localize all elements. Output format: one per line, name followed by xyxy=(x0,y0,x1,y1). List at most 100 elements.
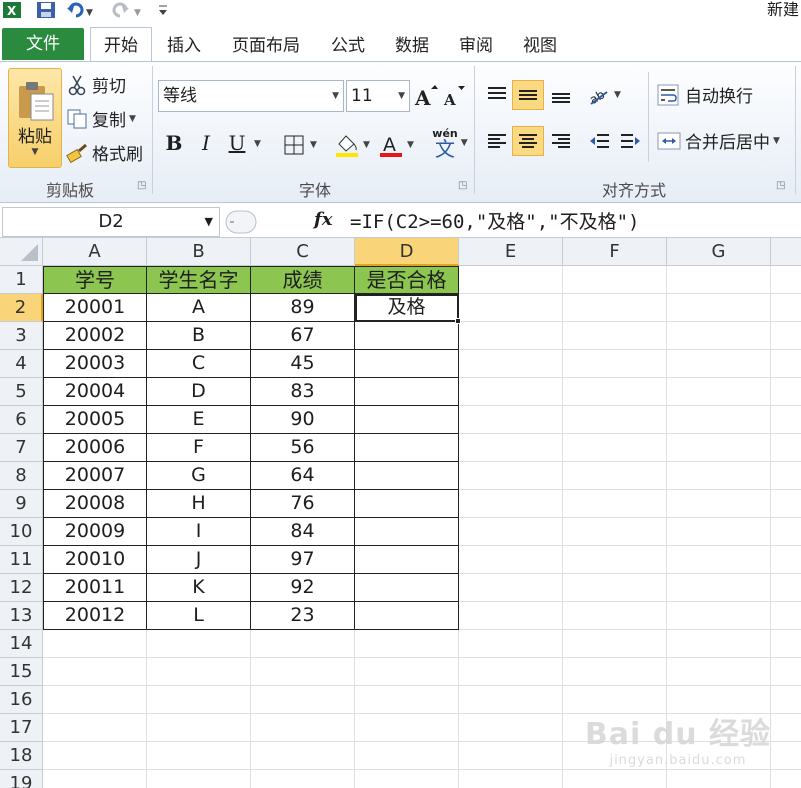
cell-b4[interactable]: C xyxy=(147,350,251,378)
cell-e16[interactable] xyxy=(459,686,563,714)
tab-view[interactable]: 视图 xyxy=(514,30,566,62)
cell-h4[interactable] xyxy=(771,350,801,378)
cell-h5[interactable] xyxy=(771,378,801,406)
row-header-8[interactable]: 8 xyxy=(0,462,43,490)
cell-f13[interactable] xyxy=(563,602,667,630)
cell-h6[interactable] xyxy=(771,406,801,434)
cell-h11[interactable] xyxy=(771,546,801,574)
cell-a15[interactable] xyxy=(43,658,147,686)
cell-g9[interactable] xyxy=(667,490,771,518)
cell-c11[interactable]: 97 xyxy=(251,546,355,574)
cell-d1[interactable]: 是否合格 xyxy=(355,266,459,294)
cell-g19[interactable] xyxy=(667,770,771,788)
cell-e15[interactable] xyxy=(459,658,563,686)
cell-a9[interactable]: 20008 xyxy=(43,490,147,518)
cell-g2[interactable] xyxy=(667,294,771,322)
increase-indent-button[interactable] xyxy=(616,126,644,156)
cell-a17[interactable] xyxy=(43,714,147,742)
bottom-align-button[interactable] xyxy=(546,80,576,110)
merge-center-button[interactable]: 合并后居中 ▼ xyxy=(656,128,780,153)
cell-e4[interactable] xyxy=(459,350,563,378)
cell-e2[interactable] xyxy=(459,294,563,322)
cell-b16[interactable] xyxy=(147,686,251,714)
copy-button[interactable]: 复制 ▼ xyxy=(66,106,136,131)
cell-g11[interactable] xyxy=(667,546,771,574)
cell-e1[interactable] xyxy=(459,266,563,294)
cell-h10[interactable] xyxy=(771,518,801,546)
cell-g1[interactable] xyxy=(667,266,771,294)
font-color-button[interactable]: A ▼ xyxy=(376,130,416,160)
row-header-1[interactable]: 1 xyxy=(0,266,43,294)
cell-d8[interactable] xyxy=(355,462,459,490)
cell-c9[interactable]: 76 xyxy=(251,490,355,518)
cell-f9[interactable] xyxy=(563,490,667,518)
insert-function-icon[interactable]: fx xyxy=(314,209,332,230)
cell-d12[interactable] xyxy=(355,574,459,602)
cell-e14[interactable] xyxy=(459,630,563,658)
cell-b6[interactable]: E xyxy=(147,406,251,434)
cell-g10[interactable] xyxy=(667,518,771,546)
cell-c14[interactable] xyxy=(251,630,355,658)
dialog-launcher-icon[interactable]: ◳ xyxy=(458,180,467,191)
cell-f3[interactable] xyxy=(563,322,667,350)
cell-d4[interactable] xyxy=(355,350,459,378)
cell-h7[interactable] xyxy=(771,434,801,462)
cell-b5[interactable]: D xyxy=(147,378,251,406)
cell-c5[interactable]: 83 xyxy=(251,378,355,406)
cell-b18[interactable] xyxy=(147,742,251,770)
bold-button[interactable]: B xyxy=(160,128,188,158)
cell-e18[interactable] xyxy=(459,742,563,770)
cell-b3[interactable]: B xyxy=(147,322,251,350)
cell-a12[interactable]: 20011 xyxy=(43,574,147,602)
italic-button[interactable]: I xyxy=(194,128,218,158)
cell-h13[interactable] xyxy=(771,602,801,630)
row-header-15[interactable]: 15 xyxy=(0,658,43,686)
cell-h16[interactable] xyxy=(771,686,801,714)
wrap-text-button[interactable]: 自动换行 xyxy=(656,82,753,107)
cell-d18[interactable] xyxy=(355,742,459,770)
tab-review[interactable]: 审阅 xyxy=(450,30,502,62)
cell-g4[interactable] xyxy=(667,350,771,378)
cell-h18[interactable] xyxy=(771,742,801,770)
cell-g6[interactable] xyxy=(667,406,771,434)
format-painter-button[interactable]: 格式刷 xyxy=(66,140,143,165)
cell-f7[interactable] xyxy=(563,434,667,462)
fill-color-button[interactable]: ▼ xyxy=(332,130,372,160)
top-align-button[interactable] xyxy=(482,80,512,110)
column-header-a[interactable]: A xyxy=(43,238,147,266)
tab-home[interactable]: 开始 xyxy=(90,27,152,63)
row-header-5[interactable]: 5 xyxy=(0,378,43,406)
cell-c18[interactable] xyxy=(251,742,355,770)
cell-f5[interactable] xyxy=(563,378,667,406)
dialog-launcher-icon[interactable]: ◳ xyxy=(137,180,146,191)
cell-f12[interactable] xyxy=(563,574,667,602)
cell-d7[interactable] xyxy=(355,434,459,462)
row-header-12[interactable]: 12 xyxy=(0,574,43,602)
cell-e9[interactable] xyxy=(459,490,563,518)
cell-f4[interactable] xyxy=(563,350,667,378)
cell-c1[interactable]: 成绩 xyxy=(251,266,355,294)
cell-c15[interactable] xyxy=(251,658,355,686)
cell-a11[interactable]: 20010 xyxy=(43,546,147,574)
column-header-f[interactable]: F xyxy=(563,238,667,266)
row-header-19[interactable]: 19 xyxy=(0,770,43,788)
cell-b10[interactable]: I xyxy=(147,518,251,546)
borders-button[interactable]: ▼ xyxy=(280,132,320,158)
column-header-b[interactable]: B xyxy=(147,238,251,266)
phonetic-guide-button[interactable]: wén 文 ▼ xyxy=(428,126,472,160)
cell-e7[interactable] xyxy=(459,434,563,462)
column-header-partial[interactable] xyxy=(771,238,801,266)
dialog-launcher-icon[interactable]: ◳ xyxy=(776,180,785,191)
decrease-indent-button[interactable] xyxy=(586,126,614,156)
customize-quick-access-icon[interactable] xyxy=(158,0,168,20)
cell-g5[interactable] xyxy=(667,378,771,406)
align-center-button[interactable] xyxy=(512,126,544,156)
cell-e12[interactable] xyxy=(459,574,563,602)
cell-b7[interactable]: F xyxy=(147,434,251,462)
column-header-g[interactable]: G xyxy=(667,238,771,266)
cell-d16[interactable] xyxy=(355,686,459,714)
row-header-9[interactable]: 9 xyxy=(0,490,43,518)
redo-icon[interactable]: ▼ xyxy=(110,0,144,20)
cell-d13[interactable] xyxy=(355,602,459,630)
column-header-e[interactable]: E xyxy=(459,238,563,266)
